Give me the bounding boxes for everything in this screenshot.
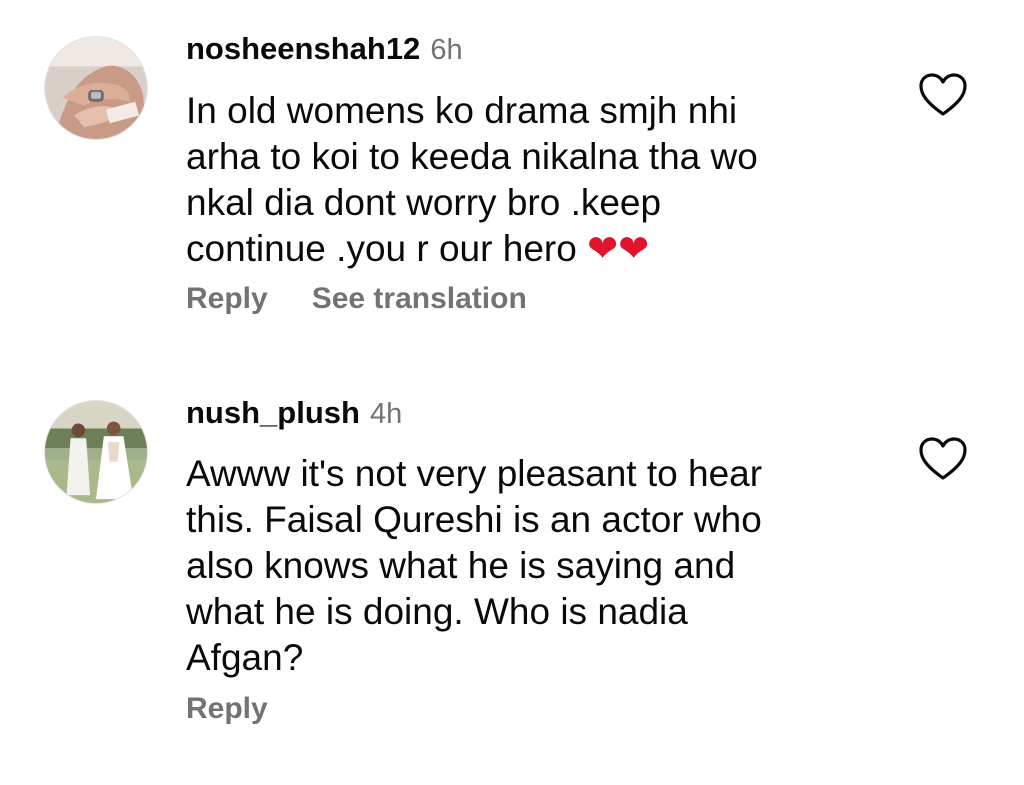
avatar-hands-ring-icon — [45, 37, 147, 139]
comment-line: arha to koi to keeda nikalna tha wo — [186, 136, 758, 177]
comment-header: nush_plush 4h — [186, 395, 402, 431]
comment-text: Awww it's not very pleasant to hear this… — [186, 451, 876, 681]
comment-line: In old womens ko drama smjh nhi — [186, 90, 738, 131]
reply-button[interactable]: Reply — [186, 282, 268, 315]
username[interactable]: nush_plush — [186, 395, 360, 430]
heart-emoji-icon: ❤❤ — [587, 228, 650, 269]
like-button[interactable] — [918, 436, 968, 482]
comment-text: In old womens ko drama smjh nhi arha to … — [186, 88, 876, 272]
avatar-two-people-field-icon — [45, 401, 147, 503]
comment-line: what he is doing. Who is nadia — [186, 591, 688, 632]
comment-line-text: continue .you r our hero — [186, 228, 577, 269]
see-translation-button[interactable]: See translation — [312, 282, 527, 315]
comment-line: nkal dia dont worry bro .keep — [186, 182, 662, 223]
comment-actions: Reply — [186, 692, 268, 726]
timestamp: 6h — [430, 34, 463, 66]
comment-line: also knows what he is saying and — [186, 545, 736, 586]
user-avatar[interactable] — [44, 400, 148, 504]
comment-line: this. Faisal Qureshi is an actor who — [186, 499, 762, 540]
comment-line: Awww it's not very pleasant to hear — [186, 453, 763, 494]
timestamp: 4h — [369, 398, 403, 430]
heart-outline-icon — [919, 73, 967, 116]
comment-actions: Reply See translation — [186, 282, 527, 316]
username[interactable]: nosheenshah12 — [186, 31, 420, 66]
comment-line-with-emoji: continue .you r our hero ❤❤ — [186, 226, 876, 272]
reply-button[interactable]: Reply — [186, 692, 268, 725]
comment-header: nosheenshah12 6h — [186, 31, 463, 67]
like-button[interactable] — [918, 72, 968, 118]
user-avatar[interactable] — [44, 36, 148, 140]
heart-outline-icon — [919, 437, 967, 480]
comment-line: Afgan? — [186, 637, 304, 678]
